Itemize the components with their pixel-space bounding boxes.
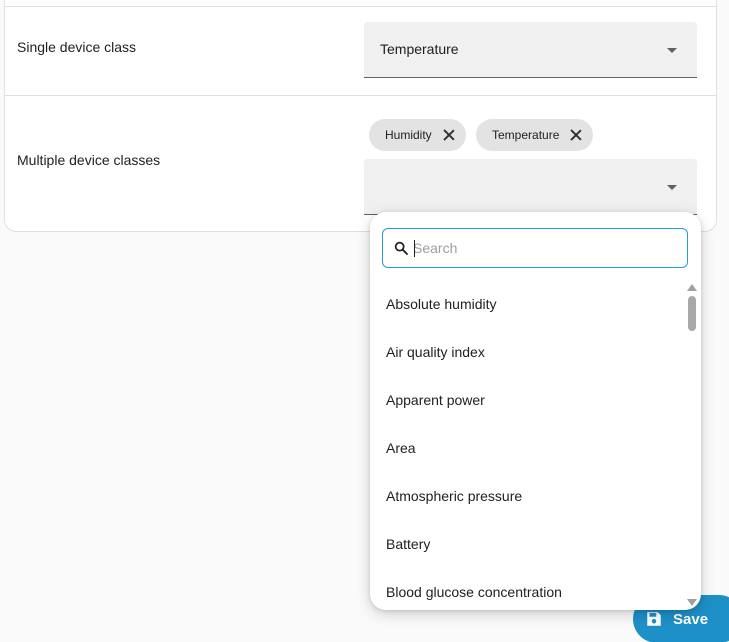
device-class-dropdown: Absolute humidity Air quality index Appa…	[370, 212, 701, 610]
save-label: Save	[673, 610, 709, 628]
option-item[interactable]: Blood glucose concentration	[386, 584, 562, 600]
search-field[interactable]	[382, 228, 688, 268]
search-input[interactable]	[413, 237, 673, 259]
floppy-disk-icon	[647, 612, 661, 626]
single-device-class-label: Single device class	[17, 39, 137, 55]
chip-label: Temperature	[492, 128, 560, 142]
scrollbar-thumb[interactable]	[688, 296, 696, 331]
multiple-device-classes-label: Multiple device classes	[17, 152, 161, 168]
scroll-down-arrow[interactable]	[687, 599, 697, 606]
chip-humidity: Humidity	[369, 119, 466, 151]
option-item[interactable]: Atmospheric pressure	[386, 488, 522, 504]
search-icon	[394, 241, 408, 255]
scroll-up-arrow[interactable]	[687, 284, 697, 291]
multiple-device-classes-select[interactable]	[364, 159, 697, 215]
option-item[interactable]: Air quality index	[386, 344, 485, 360]
row-divider	[5, 6, 716, 7]
row-divider	[5, 95, 716, 96]
option-item[interactable]: Apparent power	[386, 392, 485, 408]
close-icon[interactable]	[569, 128, 583, 142]
single-device-class-select[interactable]: Temperature	[364, 22, 697, 78]
chevron-down-icon	[667, 185, 677, 190]
text-cursor	[414, 240, 415, 257]
chip-label: Humidity	[385, 128, 432, 142]
close-icon[interactable]	[442, 128, 456, 142]
option-item[interactable]: Battery	[386, 536, 430, 552]
option-item[interactable]: Area	[386, 440, 416, 456]
selected-value: Temperature	[380, 41, 459, 57]
option-item[interactable]: Absolute humidity	[386, 296, 497, 312]
chip-temperature: Temperature	[476, 119, 594, 151]
chevron-down-icon	[667, 48, 677, 53]
